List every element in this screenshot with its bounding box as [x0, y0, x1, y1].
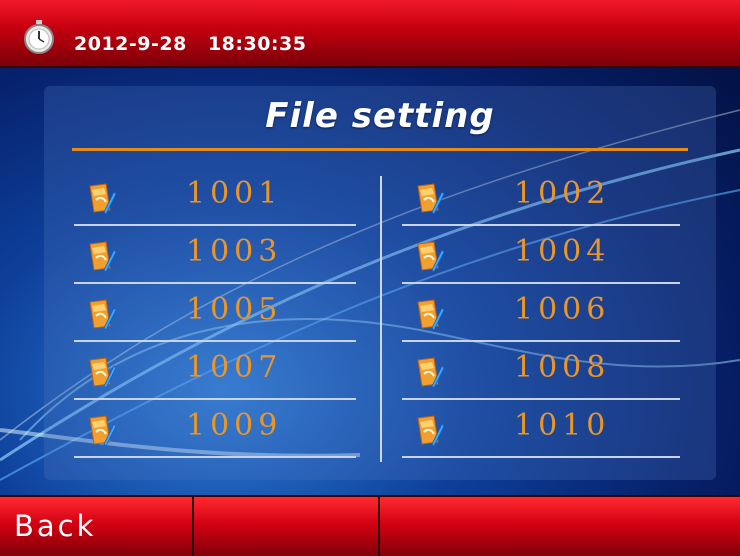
status-bar: 2012-9-28 18:30:35 [0, 0, 740, 68]
file-edit-icon [414, 414, 445, 447]
file-number: 1003 [186, 234, 283, 269]
column-divider [380, 176, 382, 462]
row-separator [74, 340, 356, 342]
file-item-1001[interactable]: 1001 [74, 170, 356, 226]
file-item-1009[interactable]: 1009 [74, 402, 356, 458]
row-separator [402, 224, 680, 226]
file-item-1007[interactable]: 1007 [74, 344, 356, 400]
file-edit-icon [86, 414, 117, 447]
row-separator [402, 398, 680, 400]
row-separator [74, 456, 356, 458]
file-edit-icon [86, 182, 117, 215]
file-number: 1006 [514, 292, 611, 327]
file-item-1008[interactable]: 1008 [402, 344, 680, 400]
datetime-display: 2012-9-28 18:30:35 [74, 33, 320, 55]
screen: 2012-9-28 18:30:35 File setting 1001 1002… [0, 0, 740, 556]
row-separator [402, 282, 680, 284]
file-item-1010[interactable]: 1010 [402, 402, 680, 458]
footer-button-2[interactable] [194, 497, 378, 556]
time-text: 18:30:35 [207, 33, 307, 55]
page-title: File setting [265, 96, 495, 136]
file-number: 1002 [514, 176, 611, 211]
row-separator [74, 282, 356, 284]
file-number: 1001 [186, 176, 283, 211]
footer-button-3[interactable] [380, 497, 740, 556]
file-edit-icon [414, 298, 445, 331]
file-number: 1005 [186, 292, 283, 327]
footer-bar: Back [0, 495, 740, 556]
file-item-1006[interactable]: 1006 [402, 286, 680, 342]
back-button[interactable]: Back [0, 497, 192, 556]
file-edit-icon [414, 356, 445, 389]
row-separator [402, 340, 680, 342]
stopwatch-icon [24, 20, 54, 54]
file-edit-icon [414, 182, 445, 215]
file-number: 1008 [514, 350, 611, 385]
file-item-1005[interactable]: 1005 [74, 286, 356, 342]
file-edit-icon [86, 240, 117, 273]
date-text: 2012-9-28 [74, 33, 187, 55]
row-separator [74, 398, 356, 400]
file-item-1003[interactable]: 1003 [74, 228, 356, 284]
file-edit-icon [414, 240, 445, 273]
file-item-1002[interactable]: 1002 [402, 170, 680, 226]
back-button-label: Back [14, 509, 97, 543]
file-item-1004[interactable]: 1004 [402, 228, 680, 284]
row-separator [74, 224, 356, 226]
row-separator [402, 456, 680, 458]
title-underline [72, 148, 688, 151]
file-number: 1007 [186, 350, 283, 385]
file-setting-panel: File setting 1001 1002 1003 1004 1005 1006 100… [44, 86, 716, 480]
file-number: 1004 [514, 234, 611, 269]
file-edit-icon [86, 356, 117, 389]
file-number: 1010 [514, 408, 611, 443]
file-edit-icon [86, 298, 117, 331]
file-number: 1009 [186, 408, 283, 443]
